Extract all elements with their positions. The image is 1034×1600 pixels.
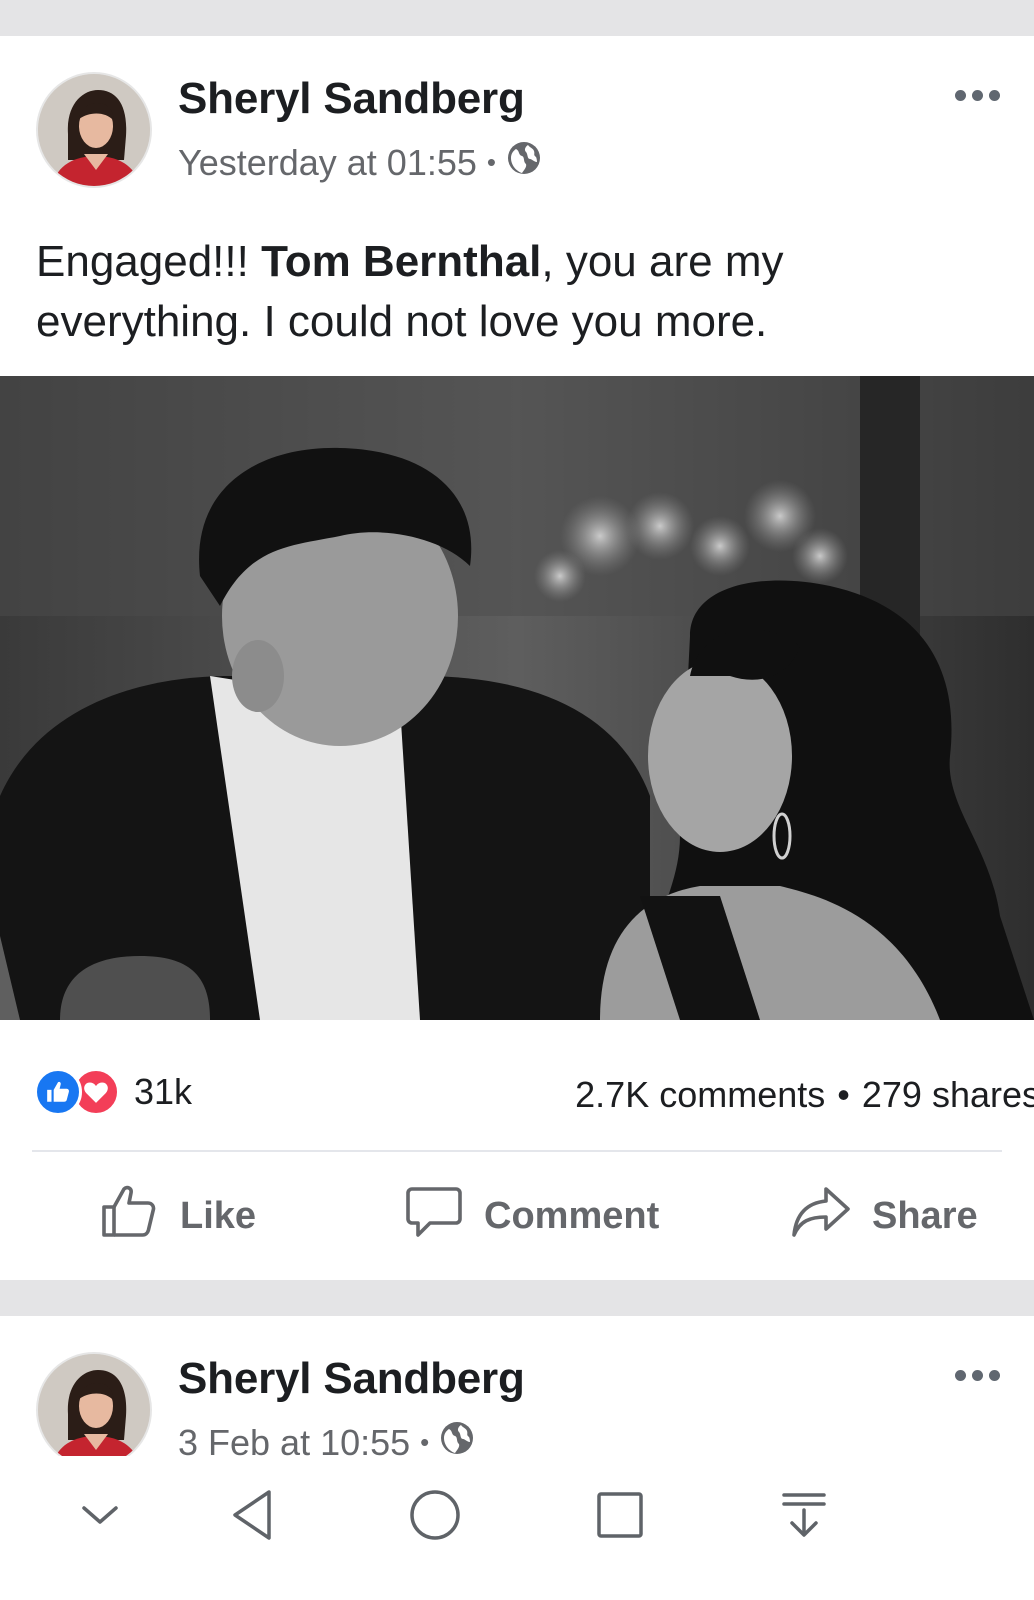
- tagged-person-link[interactable]: Tom Bernthal: [261, 237, 541, 286]
- post-meta: 3 Feb at 10:55 •: [178, 1420, 475, 1456]
- meta-separator: •: [420, 1427, 430, 1456]
- comments-count[interactable]: 2.7K comments: [575, 1074, 825, 1116]
- author-avatar[interactable]: [36, 1352, 152, 1456]
- feed-divider: [0, 1280, 1034, 1316]
- author-avatar[interactable]: [36, 72, 152, 188]
- comment-bubble-icon: [404, 1181, 464, 1251]
- post-card: Sheryl Sandberg 3 Feb at 10:55 •: [0, 1316, 1034, 1456]
- like-reaction-icon: [34, 1068, 82, 1116]
- comment-label: Comment: [484, 1194, 660, 1237]
- globe-icon: [506, 140, 542, 185]
- recents-square-icon[interactable]: [580, 1480, 660, 1550]
- share-arrow-icon: [790, 1181, 852, 1251]
- home-circle-icon[interactable]: [395, 1480, 475, 1550]
- post-timestamp[interactable]: 3 Feb at 10:55: [178, 1422, 410, 1457]
- system-nav-bar: [0, 1456, 1034, 1600]
- post-text: Engaged!!! Tom Bernthal, you are my ever…: [36, 237, 784, 346]
- like-label: Like: [180, 1194, 257, 1237]
- like-button[interactable]: Like: [100, 1176, 256, 1256]
- back-triangle-icon[interactable]: [212, 1480, 292, 1550]
- chevron-down-icon[interactable]: [60, 1480, 140, 1550]
- top-strip: [0, 0, 1034, 36]
- post-meta: Yesterday at 01:55 •: [178, 140, 542, 185]
- comments-shares: 2.7K comments • 279 shares: [575, 1074, 1034, 1116]
- meta-separator: •: [486, 147, 497, 177]
- post-photo[interactable]: [0, 376, 1034, 1020]
- more-options-icon[interactable]: [955, 1370, 1000, 1381]
- thumbs-up-icon: [100, 1181, 160, 1251]
- author-name[interactable]: Sheryl Sandberg: [178, 1354, 525, 1404]
- post-actions: Like Comment Share: [0, 1176, 1034, 1256]
- globe-icon: [439, 1420, 475, 1456]
- share-button[interactable]: Share: [790, 1176, 978, 1256]
- stats-separator: •: [837, 1074, 850, 1115]
- more-options-icon[interactable]: [955, 90, 1000, 101]
- reaction-count: 31k: [134, 1071, 193, 1112]
- download-arrow-icon[interactable]: [764, 1480, 844, 1550]
- reactions-summary[interactable]: 31k: [34, 1068, 192, 1116]
- avatar-photo: [38, 1354, 150, 1456]
- comment-button[interactable]: Comment: [404, 1176, 659, 1256]
- shares-count[interactable]: 279 shares: [862, 1074, 1034, 1116]
- post-card: Sheryl Sandberg Yesterday at 01:55 • Eng…: [0, 36, 1034, 1280]
- post-timestamp[interactable]: Yesterday at 01:55: [178, 142, 477, 184]
- avatar-photo: [38, 74, 150, 186]
- author-name[interactable]: Sheryl Sandberg: [178, 74, 525, 124]
- share-label: Share: [872, 1194, 978, 1237]
- stats-divider: [32, 1150, 1002, 1152]
- post-stats: 31k 2.7K comments • 279 shares: [0, 1046, 1034, 1146]
